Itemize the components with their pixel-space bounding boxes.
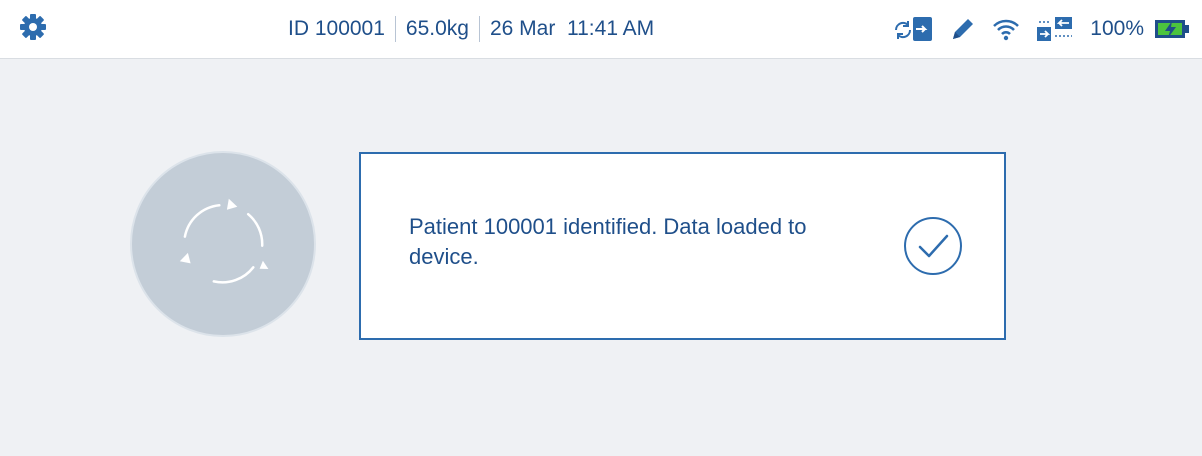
transfer-icon xyxy=(1036,15,1074,43)
status-bar: ID 100001 65.0kg 26 Mar 11:41 AM 100% xyxy=(0,0,1202,59)
sync-device-icon[interactable] xyxy=(892,15,934,43)
identification-message-box: Patient 100001 identified. Data loaded t… xyxy=(359,152,1006,340)
patient-weight: 65.0kg xyxy=(405,17,469,40)
battery-charging-icon xyxy=(1154,18,1190,40)
identification-message: Patient 100001 identified. Data loaded t… xyxy=(409,214,807,269)
status-icons: 100% xyxy=(876,0,1190,58)
pencil-icon[interactable] xyxy=(950,16,976,42)
wifi-icon xyxy=(992,17,1020,41)
date-time: 26 Mar 11:41 AM xyxy=(489,17,655,40)
divider xyxy=(478,16,480,42)
gear-icon[interactable] xyxy=(19,13,47,41)
check-circle-icon[interactable] xyxy=(902,215,964,277)
divider xyxy=(394,16,396,42)
patient-id: ID 100001 xyxy=(288,17,385,40)
patient-status-info: ID 100001 65.0kg 26 Mar 11:41 AM xyxy=(288,0,654,58)
sync-indicator xyxy=(130,151,316,337)
battery-percentage: 100% xyxy=(1090,17,1144,40)
sync-arrows-icon xyxy=(179,198,269,284)
